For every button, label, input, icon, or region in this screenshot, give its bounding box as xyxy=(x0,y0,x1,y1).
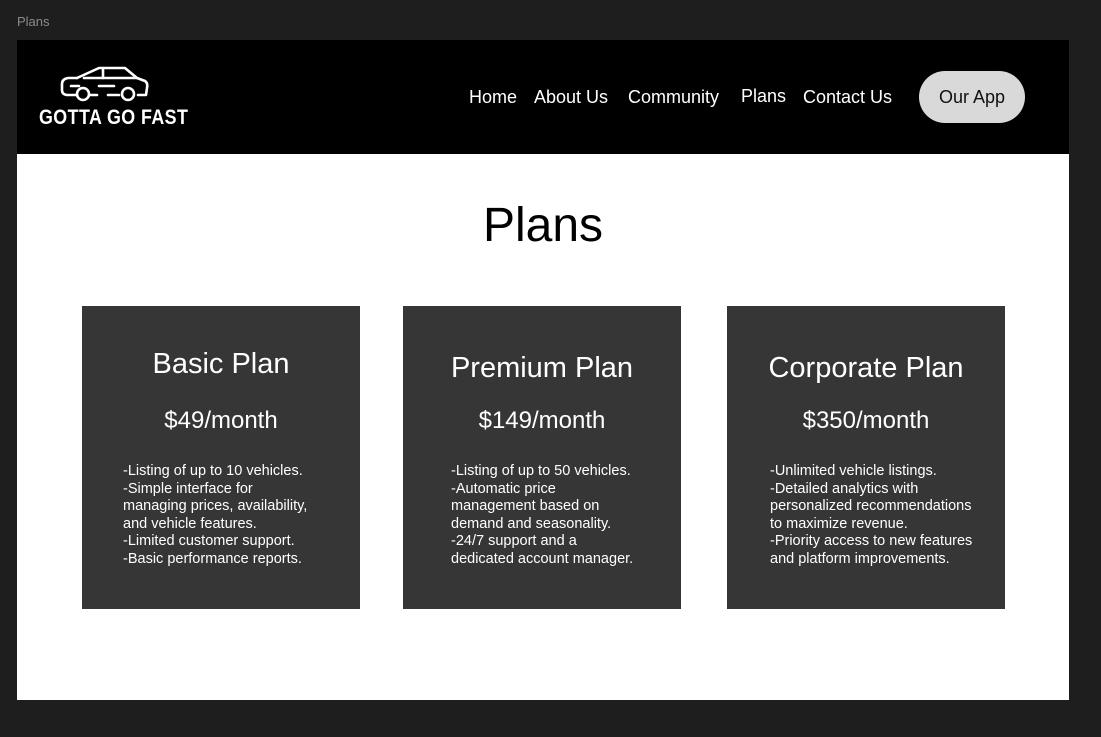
feature-line: dedicated account manager. xyxy=(451,550,634,567)
feature-line: demand and seasonality. xyxy=(451,515,612,532)
navbar: GOTTA GO FAST Home About Us Community Pl… xyxy=(17,40,1069,154)
feature-line: and platform improvements. xyxy=(770,550,950,567)
feature-line: to maximize revenue. xyxy=(770,515,908,532)
feature-line: -Priority access to new features xyxy=(770,533,973,550)
nav-plans[interactable]: Plans xyxy=(741,86,786,107)
plan-card-corporate[interactable]: Corporate Plan $350/month -Unlimited veh… xyxy=(727,306,1005,609)
nav-community[interactable]: Community xyxy=(628,87,719,108)
plan-features: -Listing of up to 50 vehicles. -Automati… xyxy=(451,463,681,569)
feature-line: -Basic performance reports. xyxy=(123,550,302,567)
plan-title: Corporate Plan xyxy=(768,352,964,384)
frame-label: Plans xyxy=(17,14,50,29)
plan-title: Premium Plan xyxy=(450,352,634,384)
brand-logo[interactable]: GOTTA GO FAST xyxy=(37,64,188,134)
feature-line: personalized recommendations xyxy=(770,498,972,515)
nav-home[interactable]: Home xyxy=(469,87,517,108)
feature-line: -Limited customer support. xyxy=(123,533,295,550)
feature-line: -Unlimited vehicle listings. xyxy=(770,463,937,479)
feature-line: -Listing of up to 10 vehicles. xyxy=(123,463,303,479)
car-icon xyxy=(60,66,149,102)
feature-line: -Detailed analytics with xyxy=(770,480,919,497)
page-title: Plans xyxy=(482,199,604,252)
feature-line: -Listing of up to 50 vehicles. xyxy=(451,463,631,479)
page-frame: GOTTA GO FAST Home About Us Community Pl… xyxy=(17,40,1069,700)
plan-price: $149/month xyxy=(478,407,606,434)
feature-line: managing prices, availability, xyxy=(123,498,308,515)
plan-title: Basic Plan xyxy=(152,348,290,380)
plan-card-premium[interactable]: Premium Plan $149/month -Listing of up t… xyxy=(403,306,681,609)
plan-features: -Listing of up to 10 vehicles. -Simple i… xyxy=(123,463,353,569)
brand-name: GOTTA GO FAST xyxy=(39,106,189,129)
feature-line: -24/7 support and a xyxy=(451,533,577,550)
plan-features: -Unlimited vehicle listings. -Detailed a… xyxy=(770,463,1000,569)
nav-contact-us[interactable]: Contact Us xyxy=(803,87,892,108)
feature-line: -Simple interface for xyxy=(123,480,253,497)
plan-card-basic[interactable]: Basic Plan $49/month -Listing of up to 1… xyxy=(82,306,360,609)
feature-line: -Automatic price xyxy=(451,480,556,497)
feature-line: management based on xyxy=(451,498,600,515)
our-app-button[interactable]: Our App xyxy=(919,71,1025,123)
plan-price: $49/month xyxy=(164,407,278,434)
nav-about-us[interactable]: About Us xyxy=(534,87,608,108)
plan-price: $350/month xyxy=(802,407,930,434)
feature-line: and vehicle features. xyxy=(123,515,257,532)
